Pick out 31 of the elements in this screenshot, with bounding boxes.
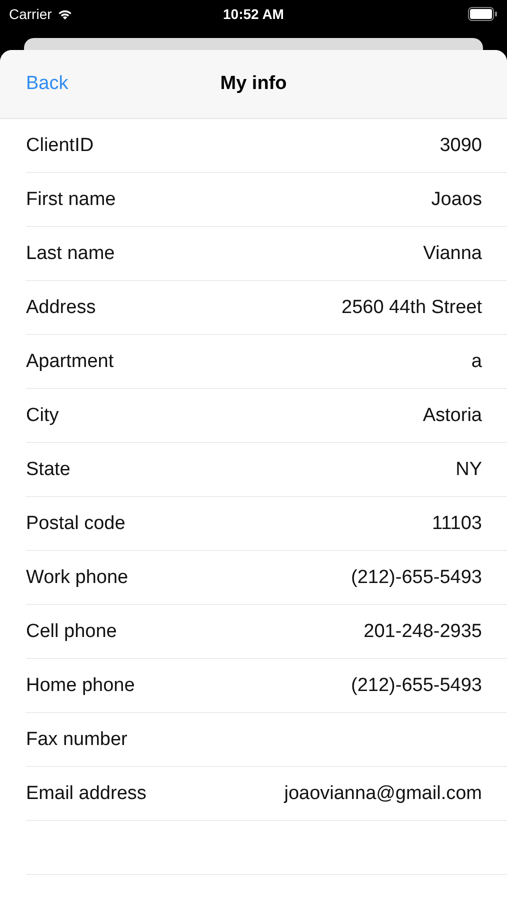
field-value: a [471,350,482,372]
field-label: City [26,404,59,426]
field-value: 3090 [440,134,482,156]
field-label: First name [26,188,116,210]
field-value: 11103 [432,512,482,534]
wifi-icon [56,8,73,20]
status-time: 10:52 AM [223,6,284,22]
back-button[interactable]: Back [26,73,68,95]
field-value: Vianna [423,242,482,264]
field-label: Email address [26,782,146,804]
field-label: Home phone [26,674,135,696]
field-label: State [26,458,70,480]
carrier-label: Carrier [9,6,52,22]
field-label: Apartment [26,350,114,372]
field-value: (212)-655-5493 [351,674,482,696]
field-label: ClientID [26,134,94,156]
field-label: Last name [26,242,115,264]
field-value: 201-248-2935 [364,620,482,642]
field-value: Astoria [422,404,482,426]
field-label: Fax number [26,728,128,750]
field-value: 2560 44th Street [342,296,482,318]
field-value: (212)-655-5493 [351,566,482,588]
field-label: Postal code [26,512,126,534]
field-label: Cell phone [26,620,117,642]
field-label: Work phone [26,566,128,588]
field-value: NY [456,458,482,480]
battery-icon [468,7,498,21]
field-label: Address [26,296,96,318]
field-value: joaovianna@gmail.com [284,782,482,804]
nav-title: My info [220,73,287,95]
field-value: Joaos [431,188,482,210]
